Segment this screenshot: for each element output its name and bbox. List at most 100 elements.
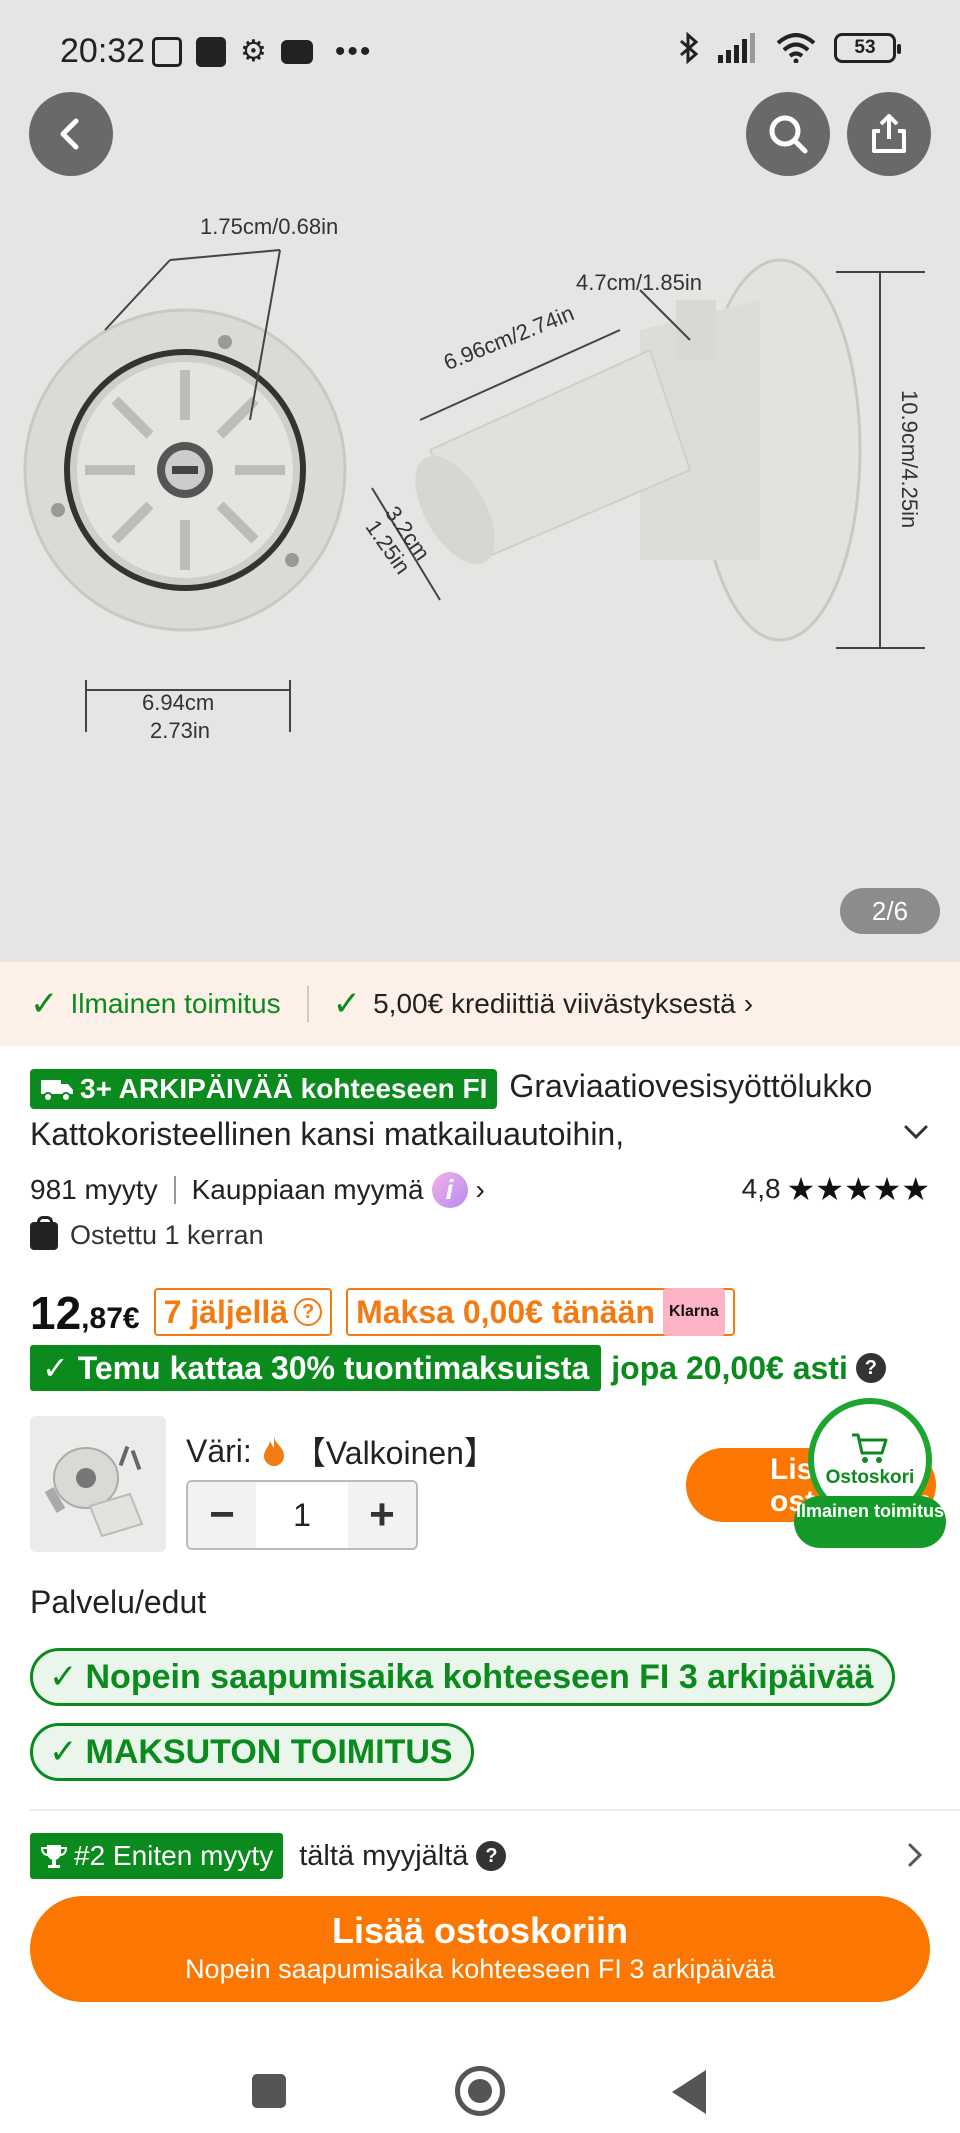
check-icon: ✓ <box>49 1733 78 1771</box>
pay-later-badge[interactable]: Maksa 0,00€ tänään Klarna <box>346 1288 735 1336</box>
sales-meta-row: 981 myyty Kauppiaan myymä i › 4,8 ★★★★★ <box>30 1170 930 1210</box>
system-back-button[interactable] <box>672 2070 706 2114</box>
color-option[interactable]: Väri: 【Valkoinen】 <box>186 1428 496 1474</box>
quantity-stepper[interactable]: − 1 + <box>186 1480 418 1550</box>
flame-icon <box>263 1437 284 1466</box>
status-bar: 20:32 ⚙ ••• 53 <box>0 0 960 100</box>
cart-label: Ostoskori <box>825 1467 915 1488</box>
chevron-right-icon[interactable] <box>898 1839 930 1871</box>
check-icon: ✓ <box>30 985 59 1023</box>
cart-icon <box>852 1433 888 1463</box>
image-counter: 2/6 <box>840 888 940 934</box>
free-delivery-label: MAKSUTON TOIMITUS <box>85 1732 453 1771</box>
free-shipping-label: Ilmainen toimitus <box>70 988 281 1019</box>
pay-today-label: Maksa 0,00€ tänään <box>356 1294 655 1330</box>
add-to-cart-sublabel: Nopein saapumisaika kohteeseen FI 3 arki… <box>185 1954 775 1984</box>
import-fee-limit: jopa 20,00€ asti <box>611 1349 848 1386</box>
import-fee-row[interactable]: ✓ Temu kattaa 30% tuontimaksuista jopa 2… <box>30 1345 886 1391</box>
purchase-count-label: Ostettu 1 kerran <box>70 1220 264 1250</box>
klarna-logo: Klarna <box>662 1288 725 1336</box>
decrease-quantity-button[interactable]: − <box>188 1482 256 1548</box>
check-icon: ✓ <box>49 1658 78 1696</box>
chevron-down-icon[interactable] <box>900 1116 932 1148</box>
search-icon <box>769 115 808 154</box>
system-icons: 53 <box>678 32 901 64</box>
ranking-context: tältä myyjältä <box>299 1839 469 1872</box>
rating-value: 4,8 <box>741 1173 781 1204</box>
free-delivery-pill: ✓ MAKSUTON TOIMITUS <box>30 1723 474 1781</box>
help-icon[interactable]: ? <box>476 1841 507 1871</box>
seller-link[interactable]: Kauppiaan myymä <box>192 1174 424 1206</box>
product-title-line1: Graviaatiovesisyöttölukko <box>509 1068 873 1104</box>
chevron-right-icon: › <box>743 988 754 1019</box>
delivery-time-badge: 3+ ARKIPÄIVÄÄ kohteeseen FI <box>30 1068 498 1109</box>
color-value: 【Valkoinen】 <box>293 1435 496 1471</box>
delay-credit-info[interactable]: ✓ 5,00€ krediittiä viivästyksestä › <box>333 984 753 1024</box>
add-to-cart-button[interactable]: Lisää ostoskoriin Nopein saapumisaika ko… <box>30 1896 930 2002</box>
quantity-value[interactable]: 1 <box>256 1497 348 1534</box>
service-section-title: Palvelu/edut <box>30 1584 207 1620</box>
delivery-time-label: 3+ ARKIPÄIVÄÄ kohteeseen FI <box>80 1072 488 1104</box>
price-decimal: ,87€ <box>81 1302 140 1335</box>
sold-count: 981 myyty <box>30 1174 158 1205</box>
color-label: Väri: <box>186 1432 252 1469</box>
bestseller-badge: #2 Eniten myyty <box>30 1833 284 1879</box>
home-button[interactable] <box>455 2066 505 2116</box>
purchase-count: Ostettu 1 kerran <box>30 1215 264 1251</box>
more-notifications-icon: ••• <box>334 34 373 68</box>
star-rating-icon: ★★★★★ <box>786 1171 930 1207</box>
stock-badge[interactable]: 7 jäljellä ? <box>153 1288 333 1336</box>
product-title-line2: Kattokoristeellinen kansi matkailuautoih… <box>30 1116 625 1152</box>
free-shipping-pill: Ilmainen toimitus <box>794 1496 946 1548</box>
battery-icon: 53 <box>834 33 901 63</box>
trophy-icon <box>40 1845 68 1868</box>
dimension-label-height: 10.9cm/4.25in <box>897 390 922 529</box>
section-divider <box>30 1809 960 1811</box>
chevron-left-icon <box>60 118 79 150</box>
settings-icon: ⚙ <box>240 35 267 68</box>
bluetooth-icon <box>680 32 699 64</box>
notification-icons: ⚙ ••• <box>152 34 372 69</box>
share-icon <box>872 114 906 153</box>
fastest-delivery-label: Nopein saapumisaika kohteeseen FI 3 arki… <box>85 1657 874 1696</box>
seller-ranking-row[interactable]: #2 Eniten myyty tältä myyjältä ? <box>30 1833 930 1879</box>
strip-divider <box>306 986 309 1022</box>
bestseller-label: #2 Eniten myyty <box>74 1840 274 1871</box>
free-shipping-info[interactable]: ✓ Ilmainen toimitus <box>30 984 281 1024</box>
search-button[interactable] <box>746 92 830 176</box>
chevron-right-icon[interactable]: › <box>476 1174 485 1206</box>
increase-quantity-button[interactable]: + <box>348 1482 416 1548</box>
delay-credit-label: 5,00€ krediittiä viivästyksestä <box>373 988 736 1019</box>
rating[interactable]: 4,8 ★★★★★ <box>742 1170 930 1208</box>
add-to-cart-label: Lisää ostoskoriin <box>331 1910 629 1951</box>
system-navigation-bar <box>0 2030 960 2133</box>
meta-divider <box>173 1176 176 1204</box>
signal-icon <box>718 33 755 63</box>
price-row: 12 ,87€ 7 jäljellä ? Maksa 0,00€ tänään … <box>30 1280 735 1336</box>
dimension-label-bottom-in: 2.73in <box>150 718 210 743</box>
delivery-benefits-strip[interactable]: ✓ Ilmainen toimitus ✓ 5,00€ krediittiä v… <box>0 962 960 1046</box>
fastest-delivery-pill: ✓ Nopein saapumisaika kohteeseen FI 3 ar… <box>30 1648 895 1706</box>
stock-label: 7 jäljellä <box>163 1294 289 1330</box>
price-integer: 12 <box>30 1287 82 1339</box>
wifi-icon <box>776 33 816 63</box>
share-button[interactable] <box>847 92 931 176</box>
dimension-label-top-right: 4.7cm/1.85in <box>576 270 702 295</box>
status-time: 20:32 <box>60 32 146 70</box>
import-fee-badge: ✓ Temu kattaa 30% tuontimaksuista <box>30 1345 602 1391</box>
check-icon: ✓ <box>332 985 362 1023</box>
product-image-gallery[interactable]: 1.75cm/0.68in 4.7cm/1.85in 6.96cm/2.74in… <box>0 0 960 962</box>
help-icon: ? <box>294 1298 323 1326</box>
seller-info-icon[interactable]: i <box>431 1172 468 1208</box>
delivery-truck-icon <box>41 1079 73 1102</box>
help-icon[interactable]: ? <box>855 1353 886 1383</box>
shop-app-icon <box>196 36 226 67</box>
back-button[interactable] <box>29 92 113 176</box>
youtube-icon <box>280 39 313 64</box>
variant-thumbnail[interactable] <box>30 1416 166 1552</box>
dimension-label-top-left: 1.75cm/0.68in <box>200 214 339 239</box>
recent-apps-button[interactable] <box>252 2074 286 2108</box>
shopping-bag-icon <box>30 1215 58 1250</box>
product-title[interactable]: 3+ ARKIPÄIVÄÄ kohteeseen FI Graviaatiove… <box>30 1062 930 1158</box>
nfc-icon <box>152 36 182 67</box>
